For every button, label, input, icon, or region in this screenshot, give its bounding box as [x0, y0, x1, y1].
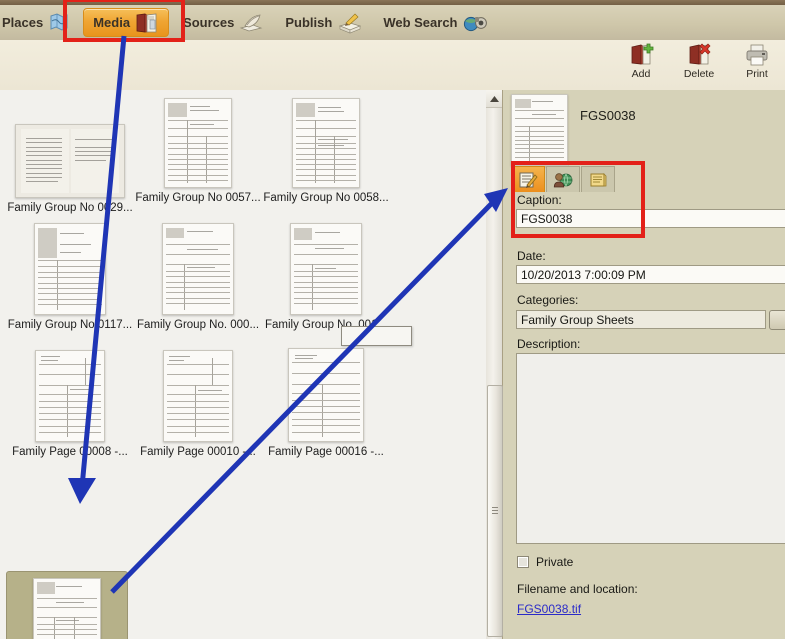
date-label: Date:: [517, 249, 546, 263]
form-scan-thumbnail: [162, 223, 234, 315]
form-scan-thumbnail: [34, 223, 106, 315]
page-title: FGS0038: [580, 108, 636, 123]
tab-notes[interactable]: [581, 166, 615, 192]
list-item[interactable]: Family Group No. 001...: [262, 223, 390, 332]
description-textarea[interactable]: [516, 353, 785, 544]
book-scan-thumbnail: [15, 124, 125, 198]
menu-item-sources-label: Sources: [183, 15, 235, 30]
thumbnail: [6, 350, 134, 442]
private-checkbox[interactable]: [517, 556, 529, 568]
list-item[interactable]: Family Page 00010 -...: [134, 350, 262, 459]
menu-item-places-label: Places: [2, 15, 44, 30]
list-item[interactable]: Family Page 00008 -...: [6, 350, 134, 459]
filename-label: Filename and location:: [517, 582, 638, 596]
media-details-pane: FGS0038 Caption: FGS0038 Date: 10/20/201…: [503, 90, 785, 639]
list-item[interactable]: Family Group No 0058...: [262, 96, 390, 205]
menu-item-sources[interactable]: Sources: [177, 9, 271, 36]
print-button-label: Print: [746, 68, 768, 80]
menu-item-web-search-label: Web Search: [383, 15, 458, 30]
menu-item-places[interactable]: Places: [0, 9, 75, 36]
action-toolbar: Add Delete Print: [0, 40, 785, 91]
people-globe-icon: [553, 171, 573, 189]
tab-references[interactable]: [546, 166, 580, 192]
scrollbar-thumb[interactable]: [487, 385, 503, 637]
list-item-caption: Family Group No 0029...: [7, 202, 133, 214]
filename-link[interactable]: FGS0038.tif: [517, 602, 581, 616]
thumbnail: [6, 106, 134, 198]
thumbnail: [262, 96, 390, 188]
thumbnail: [134, 223, 262, 315]
list-item-selected[interactable]: FGS0038: [6, 571, 128, 639]
thumbnail: [134, 350, 262, 442]
categories-browse-button[interactable]: [769, 310, 785, 330]
list-item-caption: Family Group No. 000...: [136, 319, 260, 331]
date-input[interactable]: 10/20/2013 7:00:09 PM: [516, 265, 785, 284]
menu-item-web-search[interactable]: Web Search: [377, 9, 494, 36]
categories-input[interactable]: Family Group Sheets: [516, 310, 766, 329]
private-checkbox-row[interactable]: Private: [517, 555, 573, 569]
form-scan-thumbnail: [35, 350, 105, 442]
list-item[interactable]: Family Group No 0057...: [134, 96, 262, 205]
notes-scroll-icon: [588, 171, 608, 189]
list-item[interactable]: Family Page 00016 -...: [262, 348, 390, 459]
media-hero: FGS0038: [511, 94, 785, 166]
list-item-caption: Family Page 00016 -...: [268, 446, 384, 458]
private-label: Private: [536, 555, 574, 569]
list-item[interactable]: Family Group No 0117...: [6, 223, 134, 332]
scrollbar-grip-icon: [492, 507, 498, 515]
description-label: Description:: [517, 337, 581, 351]
media-gallery-pane[interactable]: Family Group No 0029... Family Group No …: [0, 90, 487, 639]
thumbnail: [262, 348, 390, 442]
thumbnail: [6, 223, 134, 315]
list-item-caption: Family Group No 0057...: [135, 192, 261, 204]
thumbnail: [33, 578, 101, 639]
delete-button[interactable]: Delete: [677, 42, 721, 80]
gallery-vertical-scrollbar[interactable]: [486, 90, 503, 639]
menu-item-media-label: Media: [93, 15, 131, 30]
form-scan-thumbnail: [290, 223, 362, 315]
printer-icon: [744, 42, 770, 68]
caption-input[interactable]: FGS0038: [516, 209, 785, 228]
form-scan-thumbnail: [288, 348, 364, 442]
categories-label: Categories:: [517, 293, 579, 307]
delete-button-label: Delete: [683, 68, 715, 80]
form-scan-thumbnail: [292, 98, 360, 188]
map-icon: [48, 12, 69, 33]
list-item-caption: Family Page 00010 -...: [140, 446, 256, 458]
note-pencil-icon: [518, 171, 538, 189]
media-books-icon: [135, 12, 159, 34]
scroll-up-arrow-icon[interactable]: [486, 90, 502, 108]
toolbar-button-group: Add Delete Print: [619, 42, 779, 80]
menu-item-publish[interactable]: Publish: [279, 9, 369, 36]
menu-item-media[interactable]: Media: [83, 8, 170, 37]
form-scan-thumbnail-selected: [33, 578, 101, 639]
tab-general[interactable]: [511, 166, 545, 192]
thumbnail: [262, 223, 390, 315]
list-item[interactable]: Family Group No. 000...: [134, 223, 262, 332]
list-item-caption: Family Group No. 001...: [264, 319, 388, 331]
media-preview-thumbnail[interactable]: [511, 94, 568, 166]
delete-book-x-icon: [686, 42, 712, 68]
caption-label: Caption:: [517, 193, 562, 207]
form-scan-thumbnail: [164, 98, 232, 188]
list-item-caption: Family Group No 0058...: [263, 192, 389, 204]
web-search-binoculars-icon: [463, 12, 489, 34]
list-item-caption: Family Page 00008 -...: [12, 446, 128, 458]
form-scan-thumbnail: [163, 350, 233, 442]
list-item-caption: Family Group No 0117...: [7, 319, 133, 331]
print-button[interactable]: Print: [735, 42, 779, 80]
thumbnail: [134, 96, 262, 188]
list-item[interactable]: Family Group No 0029...: [6, 106, 134, 215]
add-button-label: Add: [631, 68, 651, 80]
publish-pencil-book-icon: [337, 12, 363, 34]
menu-item-publish-label: Publish: [285, 15, 333, 30]
media-gallery-canvas: Family Group No 0029... Family Group No …: [0, 90, 486, 639]
main-menu-bar: Places Media Sources Publish Web Search: [0, 5, 785, 41]
sources-quill-icon: [239, 12, 265, 34]
add-book-plus-icon: [628, 42, 654, 68]
details-tab-strip: [511, 164, 785, 192]
gramps-media-window: Places Media Sources Publish Web Search …: [0, 0, 785, 639]
add-button[interactable]: Add: [619, 42, 663, 80]
